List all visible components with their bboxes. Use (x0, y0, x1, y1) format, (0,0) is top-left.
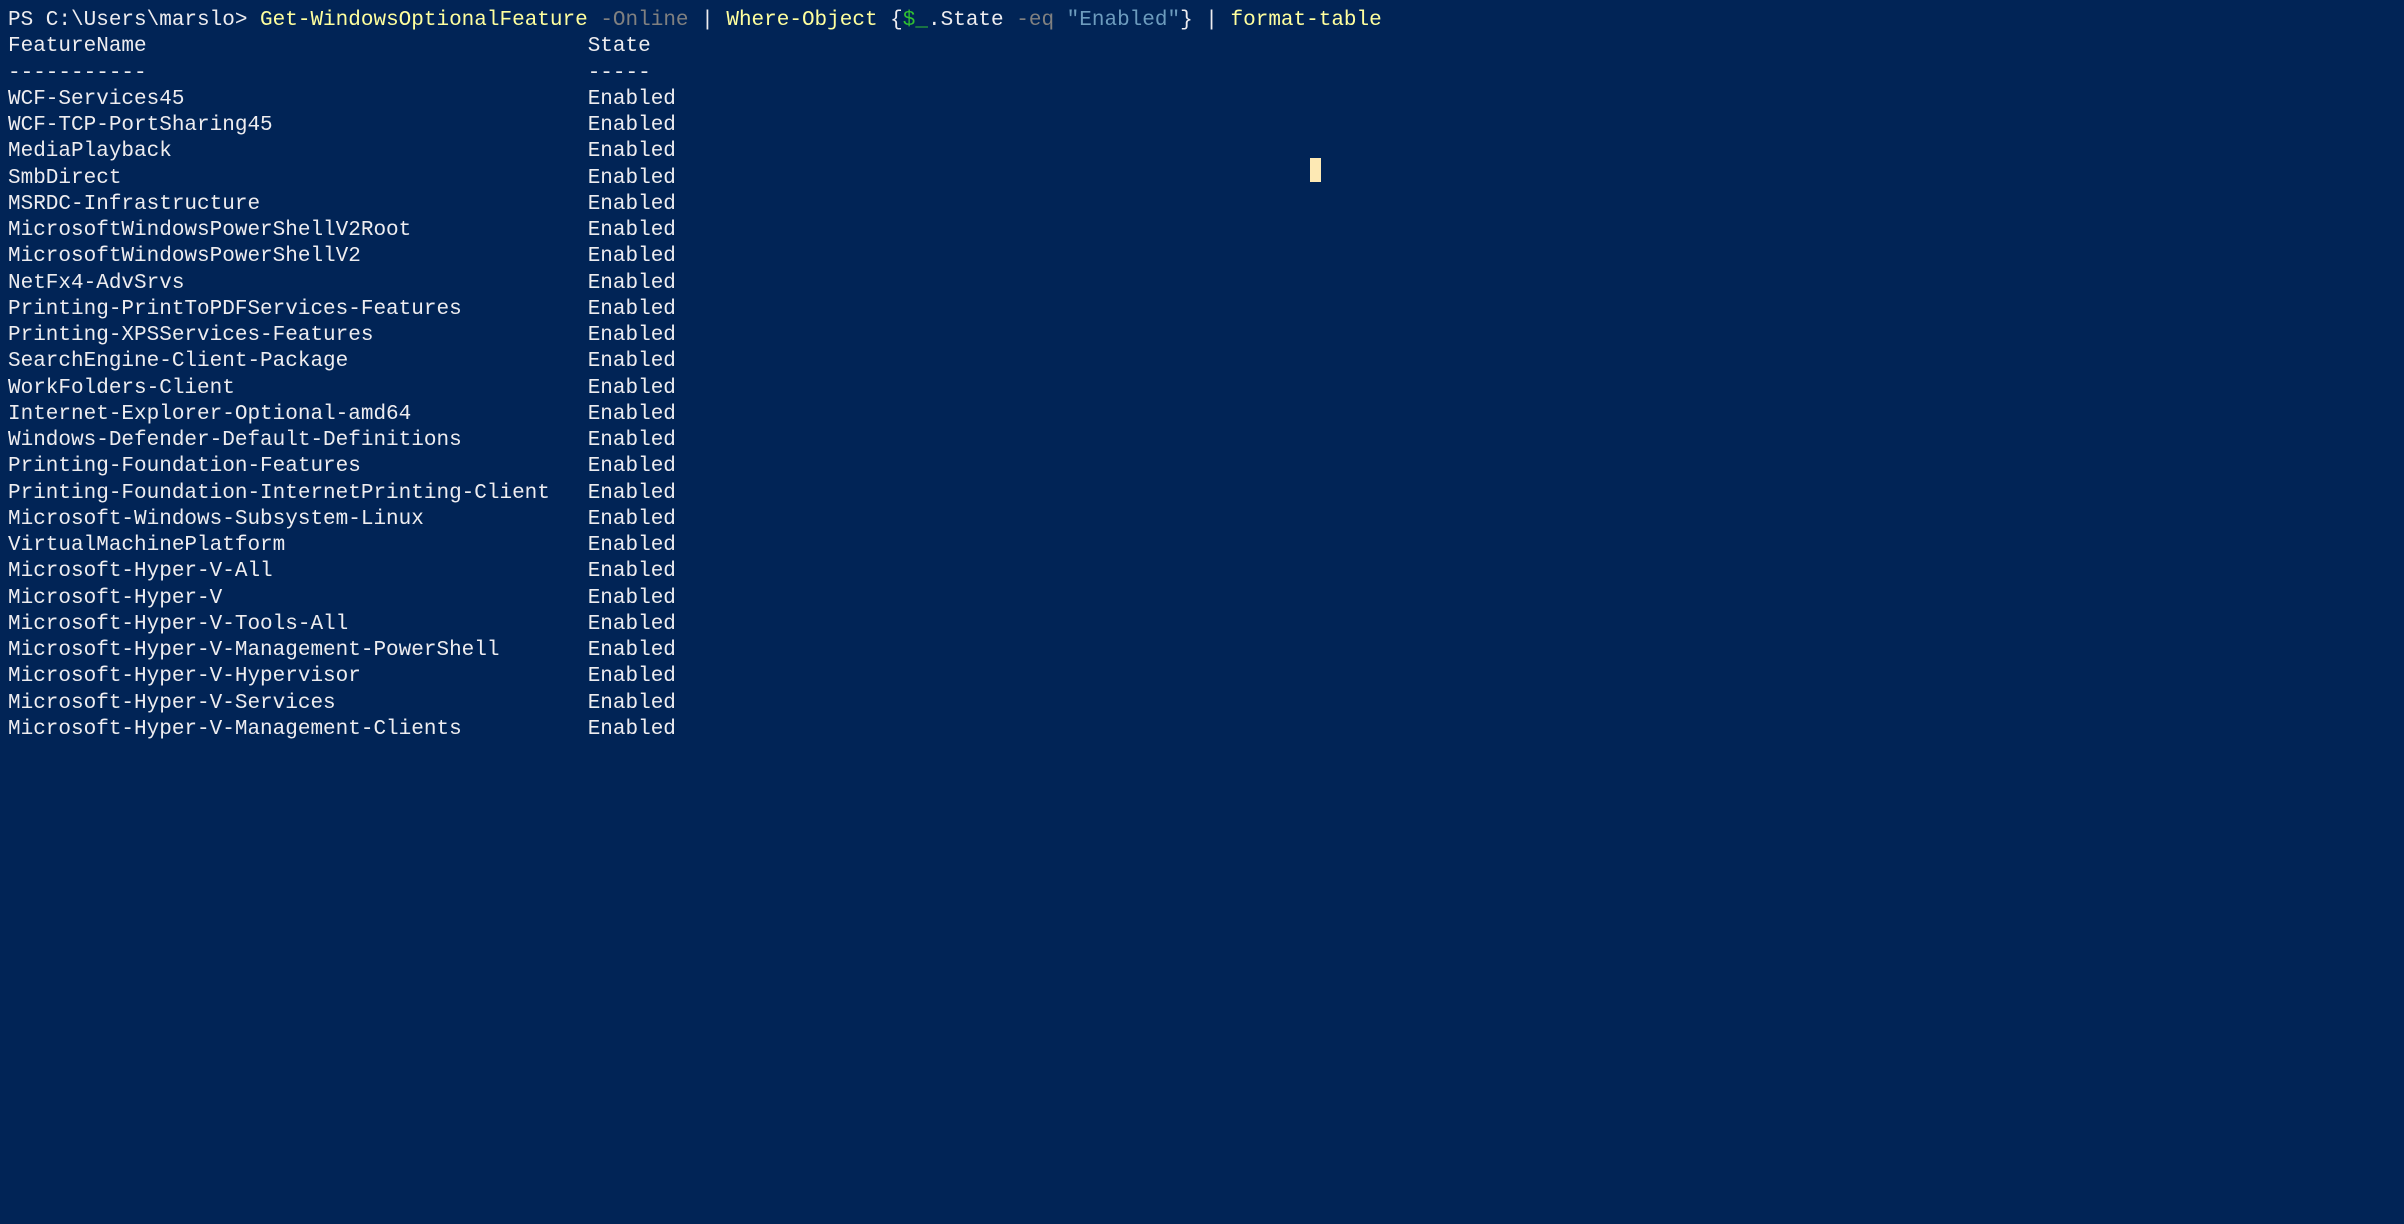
table-row: MSRDC-Infrastructure Enabled (8, 192, 2396, 218)
table-row: Microsoft-Windows-Subsystem-Linux Enable… (8, 507, 2396, 533)
table-row: Printing-PrintToPDFServices-Features Ena… (8, 297, 2396, 323)
table-row: Internet-Explorer-Optional-amd64 Enabled (8, 402, 2396, 428)
cursor (1310, 158, 1321, 182)
prompt: PS C:\Users\marslo> (8, 9, 260, 32)
table-row: MicrosoftWindowsPowerShellV2Root Enabled (8, 218, 2396, 244)
table-row: Windows-Defender-Default-Definitions Ena… (8, 428, 2396, 454)
table-row: SearchEngine-Client-Package Enabled (8, 349, 2396, 375)
table-row: Microsoft-Hyper-V-Hypervisor Enabled (8, 664, 2396, 690)
table-row: Microsoft-Hyper-V-Management-Clients Ena… (8, 717, 2396, 743)
table-row: MediaPlayback Enabled (8, 139, 2396, 165)
string-literal: "Enabled" (1067, 9, 1180, 32)
table-row: Printing-XPSServices-Features Enabled (8, 323, 2396, 349)
table-row: MicrosoftWindowsPowerShellV2 Enabled (8, 244, 2396, 270)
format-table: format-table (1231, 9, 1382, 32)
table-row: Microsoft-Hyper-V-Services Enabled (8, 691, 2396, 717)
table-row: Printing-Foundation-Features Enabled (8, 454, 2396, 480)
table-row: SmbDirect Enabled (8, 166, 2396, 192)
table-row: WCF-TCP-PortSharing45 Enabled (8, 113, 2396, 139)
where-object: Where-Object (726, 9, 877, 32)
command-line: PS C:\Users\marslo> Get-WindowsOptionalF… (8, 8, 2396, 34)
table-row: Microsoft-Hyper-V-All Enabled (8, 559, 2396, 585)
table-row: Printing-Foundation-InternetPrinting-Cli… (8, 481, 2396, 507)
param-online: -Online (600, 9, 688, 32)
table-row: Microsoft-Hyper-V-Tools-All Enabled (8, 612, 2396, 638)
table-divider: ----------- ----- (8, 61, 2396, 87)
table-row: VirtualMachinePlatform Enabled (8, 533, 2396, 559)
table-row: WorkFolders-Client Enabled (8, 376, 2396, 402)
cmdlet: Get-WindowsOptionalFeature (260, 9, 588, 32)
table-row: WCF-Services45 Enabled (8, 87, 2396, 113)
pipeline-var: $_ (903, 9, 928, 32)
table-row: NetFx4-AdvSrvs Enabled (8, 271, 2396, 297)
table-row: Microsoft-Hyper-V-Management-PowerShell … (8, 638, 2396, 664)
table-header: FeatureName State (8, 34, 2396, 60)
table-row: Microsoft-Hyper-V Enabled (8, 586, 2396, 612)
powershell-terminal[interactable]: PS C:\Users\marslo> Get-WindowsOptionalF… (8, 8, 2396, 743)
